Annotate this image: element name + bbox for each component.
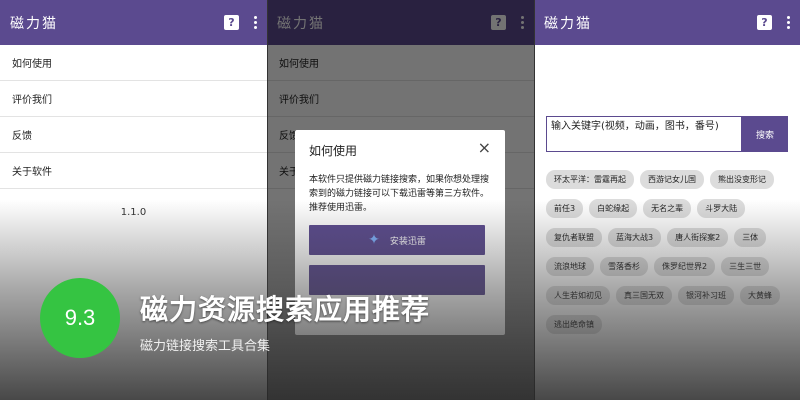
menu-item-about[interactable]: 关于软件 xyxy=(0,153,267,189)
tag-chip[interactable]: 三体 xyxy=(734,228,767,247)
tag-chip[interactable]: 无名之辈 xyxy=(643,199,692,218)
tag-chip[interactable]: 三生三世 xyxy=(721,257,770,276)
menu-item-feedback[interactable]: 反馈 xyxy=(0,117,267,153)
tag-chip[interactable]: 真三国无双 xyxy=(616,286,672,305)
menu-item-how-to-use[interactable]: 如何使用 xyxy=(0,45,267,81)
version-label: 1.1.0 xyxy=(120,207,147,218)
screen-dialog: 磁力猫 ? 如何使用 评价我们 反馈 关于软件 如何使用 × 本软件只提供磁力链… xyxy=(267,0,534,400)
tag-chip[interactable]: 复仇者联盟 xyxy=(546,228,602,247)
dialog-body: 本软件只提供磁力链接搜索，如果你想处理搜索到的磁力链接可以下载迅雷等第三方软件。… xyxy=(309,175,490,213)
search-bar: 输入关键字(视频，动画，图书，番号) 搜索 xyxy=(546,116,788,152)
app-title: 磁力猫 xyxy=(544,15,592,32)
tag-chip[interactable]: 银河补习班 xyxy=(678,286,734,305)
install-xunlei-button[interactable]: ✦ 安装迅雷 xyxy=(309,225,485,255)
hot-tags: 环太平洋：雷霆再起 西游记女儿国 熊出没变形记前任3 白蛇缘起 无名之辈 斗罗大陆复仇者联… xyxy=(546,170,796,334)
tag-chip[interactable]: 白蛇缘起 xyxy=(589,199,638,218)
more-vert-icon[interactable] xyxy=(786,16,790,29)
tag-chip[interactable]: 蓝海大战3 xyxy=(608,228,662,247)
search-button[interactable]: 搜索 xyxy=(742,116,788,152)
tag-chip[interactable]: 唐人街探案2 xyxy=(667,228,729,247)
app-bar: 磁力猫 ? xyxy=(0,0,267,45)
install-button-label: 安装迅雷 xyxy=(389,236,426,247)
more-vert-icon[interactable] xyxy=(253,16,257,29)
tag-chip[interactable]: 斗罗大陆 xyxy=(697,199,746,218)
close-icon[interactable]: × xyxy=(478,140,491,159)
tag-chip[interactable]: 熊出没变形记 xyxy=(710,170,774,189)
panel-divider xyxy=(534,0,535,400)
tag-chip[interactable]: 人生若如初见 xyxy=(546,286,610,305)
tag-chip[interactable]: 大黄蜂 xyxy=(740,286,780,305)
subheadline: 磁力链接搜索工具合集 xyxy=(140,339,271,354)
score-badge: 9.3 xyxy=(40,278,120,358)
headline: 磁力资源搜索应用推荐 xyxy=(140,293,431,326)
dialog-title: 如何使用 xyxy=(309,144,358,158)
tag-chip[interactable]: 逃出绝命镇 xyxy=(546,315,602,334)
help-square-icon[interactable]: ? xyxy=(224,15,239,30)
menu-item-rate-us[interactable]: 评价我们 xyxy=(0,81,267,117)
tag-chip[interactable]: 雪落香杉 xyxy=(600,257,648,276)
search-input[interactable]: 输入关键字(视频，动画，图书，番号) xyxy=(546,116,742,152)
help-square-icon[interactable]: ? xyxy=(757,15,772,30)
tag-chip[interactable]: 侏罗纪世界2 xyxy=(654,257,716,276)
app-bar: 磁力猫 ? xyxy=(534,0,800,45)
xunlei-bird-icon: ✦ xyxy=(368,232,380,248)
screen-search: 磁力猫 ? 输入关键字(视频，动画，图书，番号) 搜索 环太平洋：雷霆再起 西游记… xyxy=(534,0,800,400)
tag-chip[interactable]: 西游记女儿国 xyxy=(640,170,704,189)
tag-chip[interactable]: 前任3 xyxy=(546,199,584,218)
app-title: 磁力猫 xyxy=(10,15,58,32)
tag-chip[interactable]: 流浪地球 xyxy=(546,257,594,276)
tag-chip[interactable]: 环太平洋：雷霆再起 xyxy=(546,170,634,189)
